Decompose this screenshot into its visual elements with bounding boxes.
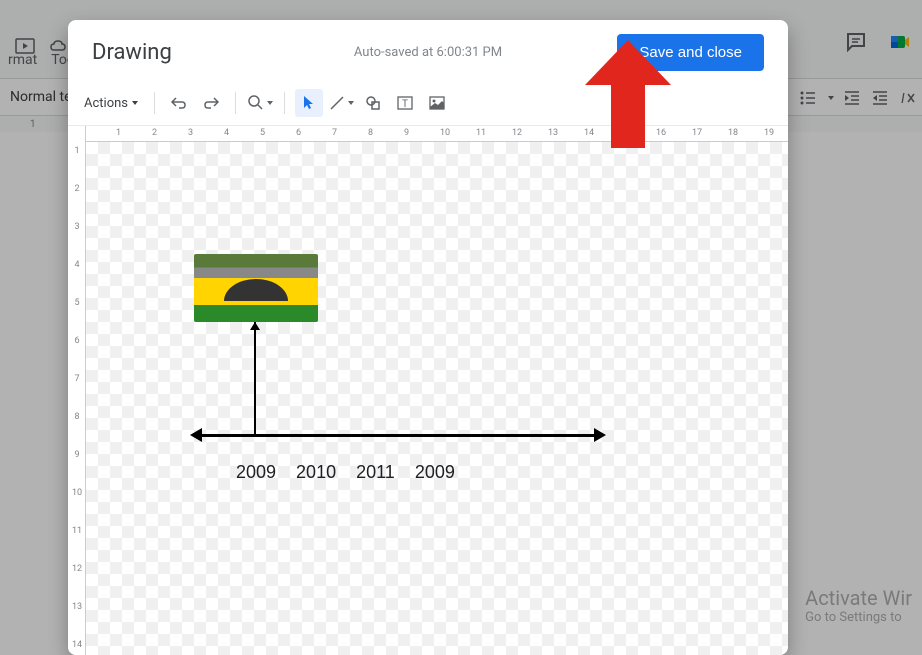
dialog-header: Drawing Auto-saved at 6:00:31 PM Save an… xyxy=(68,20,788,85)
image-icon xyxy=(428,94,446,112)
vertical-connector-line[interactable] xyxy=(254,322,256,435)
ruler-tick: 13 xyxy=(548,128,558,138)
ruler-tick: 15 xyxy=(620,128,630,138)
ruler-tick: 19 xyxy=(764,128,774,138)
inserted-image-car[interactable] xyxy=(194,254,318,322)
ruler-tick: 3 xyxy=(72,222,82,232)
vertical-connector-arrowhead xyxy=(250,322,260,330)
zoom-icon xyxy=(247,94,265,112)
save-and-close-button[interactable]: Save and close xyxy=(617,34,764,71)
actions-dropdown[interactable]: Actions xyxy=(78,92,144,115)
ruler-tick: 5 xyxy=(72,298,82,308)
year-label[interactable]: 2009 xyxy=(236,462,276,483)
ruler-tick: 11 xyxy=(476,128,486,138)
undo-button[interactable] xyxy=(165,89,193,117)
shape-tool[interactable] xyxy=(359,89,387,117)
ruler-tick: 18 xyxy=(728,128,738,138)
timeline-arrow-right xyxy=(594,428,606,442)
drawing-toolbar: Actions T xyxy=(68,85,788,126)
autosave-status: Auto-saved at 6:00:31 PM xyxy=(354,45,502,60)
ruler-tick: 12 xyxy=(512,128,522,138)
watermark-subtitle: Go to Settings to xyxy=(805,610,912,625)
ruler-tick: 16 xyxy=(656,128,666,138)
ruler-tick: 14 xyxy=(584,128,594,138)
shape-icon xyxy=(364,94,382,112)
ruler-tick: 10 xyxy=(72,488,82,498)
ruler-tick: 7 xyxy=(332,128,337,138)
watermark-title: Activate Wir xyxy=(805,586,912,610)
ruler-tick: 9 xyxy=(404,128,409,138)
timeline-line[interactable] xyxy=(199,434,599,437)
separator xyxy=(284,92,285,114)
redo-icon xyxy=(202,94,220,112)
ruler-tick: 1 xyxy=(116,128,121,138)
line-tool[interactable] xyxy=(327,89,355,117)
zoom-dropdown[interactable] xyxy=(246,89,274,117)
ruler-tick: 4 xyxy=(72,260,82,270)
textbox-tool[interactable]: T xyxy=(391,89,419,117)
ruler-tick: 3 xyxy=(188,128,193,138)
ruler-tick: 13 xyxy=(72,602,82,612)
drawing-dialog: Drawing Auto-saved at 6:00:31 PM Save an… xyxy=(68,20,788,655)
year-label[interactable]: 2009 xyxy=(415,462,455,483)
ruler-tick: 17 xyxy=(692,128,702,138)
ruler-tick: 11 xyxy=(72,526,82,536)
ruler-tick: 2 xyxy=(152,128,157,138)
ruler-tick: 7 xyxy=(72,374,82,384)
svg-text:T: T xyxy=(402,99,408,110)
cursor-icon xyxy=(300,94,318,112)
image-tool[interactable] xyxy=(423,89,451,117)
timeline-year-labels[interactable]: 2009 2010 2011 2009 xyxy=(236,462,455,483)
undo-icon xyxy=(170,94,188,112)
ruler-tick: 4 xyxy=(224,128,229,138)
year-label[interactable]: 2010 xyxy=(296,462,336,483)
ruler-tick: 12 xyxy=(72,564,82,574)
ruler-tick: 6 xyxy=(72,336,82,346)
windows-activation-watermark: Activate Wir Go to Settings to xyxy=(805,586,912,625)
separator xyxy=(154,92,155,114)
canvas-wrapper: 12345678910111213141516171819 2009 2010 … xyxy=(86,126,788,655)
ruler-tick: 10 xyxy=(440,128,450,138)
vertical-ruler: 1234567891011121314 xyxy=(68,126,86,655)
line-icon xyxy=(328,94,346,112)
timeline-arrow-left xyxy=(190,428,202,442)
ruler-tick: 1 xyxy=(72,146,82,156)
horizontal-ruler: 12345678910111213141516171819 xyxy=(86,126,788,142)
drawing-canvas[interactable]: 2009 2010 2011 2009 xyxy=(86,142,788,655)
ruler-tick: 8 xyxy=(368,128,373,138)
ruler-tick: 6 xyxy=(296,128,301,138)
textbox-icon: T xyxy=(396,94,414,112)
ruler-tick: 2 xyxy=(72,184,82,194)
ruler-tick: 5 xyxy=(260,128,265,138)
ruler-tick: 8 xyxy=(72,412,82,422)
year-label[interactable]: 2011 xyxy=(356,462,395,483)
canvas-area: 1234567891011121314 12345678910111213141… xyxy=(68,126,788,655)
ruler-tick: 14 xyxy=(72,640,82,650)
redo-button[interactable] xyxy=(197,89,225,117)
dialog-title: Drawing xyxy=(92,40,172,65)
select-tool[interactable] xyxy=(295,89,323,117)
separator xyxy=(235,92,236,114)
ruler-tick: 9 xyxy=(72,450,82,460)
